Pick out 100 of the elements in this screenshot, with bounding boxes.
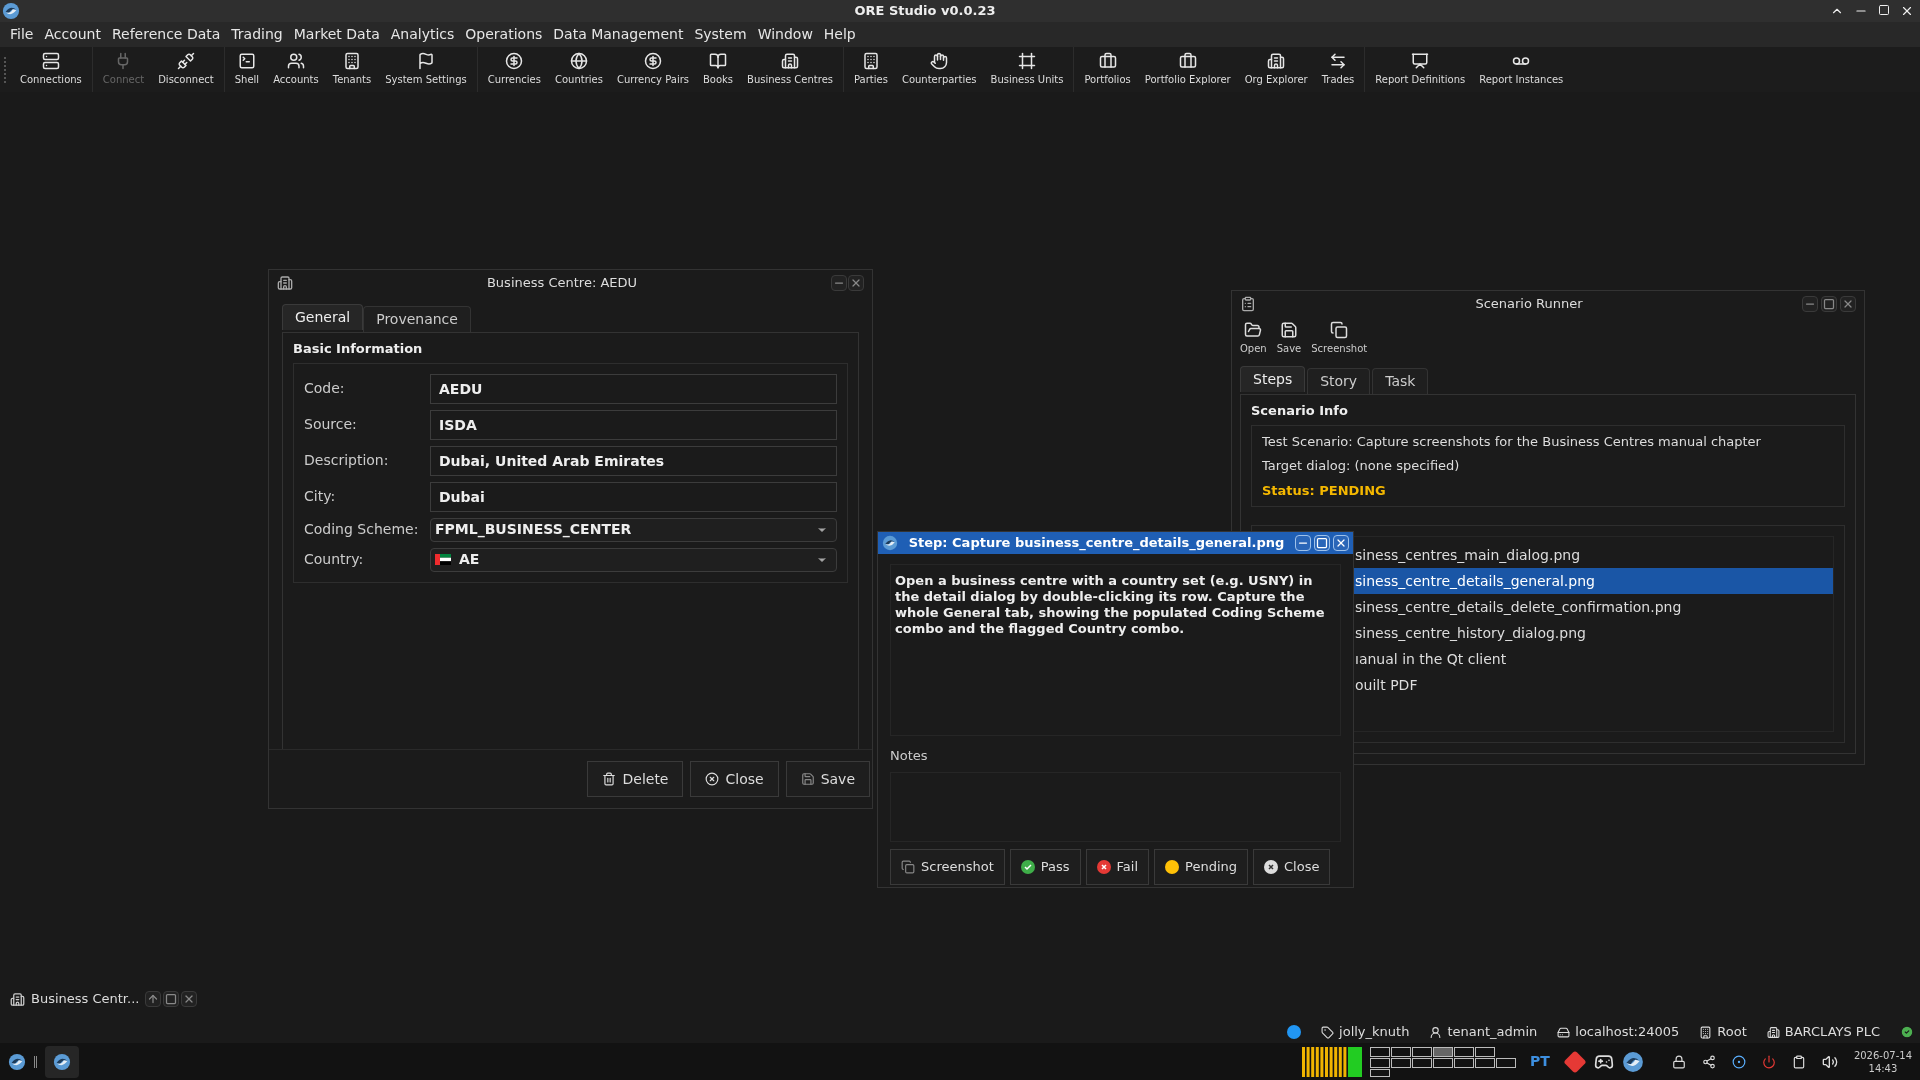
tab[interactable]: General [282, 304, 364, 330]
close-button[interactable] [1840, 296, 1856, 312]
toolbar-button[interactable]: Trades [1315, 52, 1361, 87]
tag-icon [1321, 1025, 1335, 1039]
close-icon[interactable] [1900, 4, 1914, 18]
share-icon[interactable] [1701, 1054, 1716, 1069]
minimize-button[interactable] [831, 275, 847, 291]
step-button[interactable]: Close [1253, 848, 1331, 885]
maximize-button[interactable] [1821, 296, 1837, 312]
trash-icon [602, 772, 617, 786]
menu-item[interactable]: Account [39, 24, 106, 45]
notes-label: Notes [890, 747, 929, 765]
toolbar-button[interactable]: Countries [549, 52, 609, 87]
copy-icon [1330, 321, 1349, 339]
menu-item[interactable]: Reference Data [106, 24, 226, 45]
volume-icon[interactable] [1821, 1053, 1838, 1070]
text-field[interactable]: ISDA [430, 409, 837, 440]
dialog-button[interactable]: Close [690, 761, 779, 797]
tab[interactable]: Provenance [363, 306, 471, 332]
app-logo-icon [2, 2, 20, 20]
building-icon [861, 52, 880, 70]
step-button[interactable]: Fail [1085, 848, 1150, 885]
status-text: localhost:24005 [1575, 1023, 1680, 1042]
dialog-button[interactable]: Delete [587, 761, 684, 797]
tab[interactable]: Story [1307, 368, 1371, 394]
toolbar-button[interactable]: Disconnect [152, 52, 220, 87]
maximize-icon[interactable] [1878, 4, 1890, 16]
clipboard-icon [1240, 296, 1256, 312]
app-title: ORE Studio v0.0.23 [853, 2, 997, 21]
toolbar-button[interactable]: Portfolio Explorer [1138, 52, 1237, 87]
toolbar-button[interactable]: Books [697, 52, 740, 87]
clock[interactable]: 2026-07-14 14:43 [1853, 1048, 1912, 1075]
building-icon [1766, 1025, 1780, 1039]
maximize-button[interactable] [1314, 535, 1330, 551]
restore-button[interactable] [145, 991, 162, 1007]
toolbar-button[interactable]: Shell [228, 52, 266, 87]
toolbar-button[interactable]: Currencies [481, 52, 547, 87]
menu-item[interactable]: Window [752, 24, 818, 45]
menu-icon[interactable] [34, 1055, 37, 1068]
field-label: Code: [304, 379, 346, 398]
lock-icon[interactable] [1671, 1054, 1686, 1069]
toolbar-button[interactable]: Report Definitions [1369, 52, 1472, 87]
keyboard-layout[interactable]: PT [1524, 1051, 1556, 1072]
close-button[interactable] [1333, 535, 1349, 551]
building-icon [781, 52, 800, 70]
step-button[interactable]: Screenshot [890, 848, 1005, 885]
toolbar-button[interactable]: Screenshot [1311, 321, 1368, 356]
toolbar-button[interactable]: Counterparties [895, 52, 983, 87]
app-logo-icon [8, 1052, 26, 1071]
field-label: Coding Scheme: [304, 520, 420, 539]
toolbar-button[interactable]: System Settings [379, 52, 473, 87]
toolbar-button[interactable]: Open [1240, 321, 1267, 356]
menu-item[interactable]: Analytics [385, 24, 460, 45]
toolbar-button[interactable]: Tenants [326, 52, 378, 87]
taskbar-app[interactable] [45, 1045, 79, 1078]
menu-item[interactable]: Help [818, 24, 861, 45]
field-label: Country: [304, 550, 365, 569]
toolbar-button[interactable]: Parties [848, 52, 894, 87]
toolbar-button[interactable]: Business Centres [741, 52, 840, 87]
error-icon [1096, 859, 1111, 874]
close-button[interactable] [848, 275, 864, 291]
dropdown[interactable]: FPML_BUSINESS_CENTER [430, 517, 837, 542]
menu-item[interactable]: Trading [226, 24, 288, 45]
menu-item[interactable]: File [5, 24, 39, 45]
dropdown[interactable]: AE [430, 547, 837, 572]
toolbar-button[interactable]: Report Instances [1473, 52, 1570, 87]
building-icon [1267, 52, 1286, 70]
menu-item[interactable]: Market Data [288, 24, 385, 45]
toolbar-button[interactable]: Portfolios [1078, 52, 1137, 87]
window-title: Business Centr... [31, 990, 140, 1009]
step-button[interactable]: Pass [1009, 848, 1081, 885]
step-button[interactable]: Pending [1154, 848, 1248, 885]
menu-item[interactable]: System [689, 24, 752, 45]
globe-icon [569, 52, 588, 70]
info-text: Test Scenario: Capture screenshots for the Business Centres manual chapter [1262, 432, 1762, 451]
text-field[interactable]: Dubai [430, 481, 837, 512]
toolbar-button[interactable]: Org Explorer [1238, 52, 1314, 87]
toolbar-button[interactable]: Currency Pairs [610, 52, 695, 87]
text-field[interactable]: AEDU [430, 373, 837, 404]
text-field[interactable]: Dubai, United Arab Emirates [430, 445, 837, 476]
close-icon [705, 772, 720, 786]
toolbar-button[interactable]: Business Units [984, 52, 1070, 87]
tab[interactable]: Task [1372, 368, 1429, 394]
power-icon[interactable] [1761, 1054, 1776, 1069]
minimize-button[interactable] [1802, 296, 1818, 312]
circle-icon[interactable] [1731, 1054, 1746, 1069]
minimize-button[interactable] [1295, 535, 1311, 551]
toolbar-button[interactable]: Connections [14, 52, 88, 87]
menu-item[interactable]: Operations [460, 24, 548, 45]
server-icon [41, 52, 60, 70]
tab[interactable]: Steps [1240, 366, 1306, 392]
toolbar-button[interactable]: Accounts [267, 52, 325, 87]
maximize-button[interactable] [163, 991, 180, 1007]
building-icon [10, 991, 25, 1007]
close-button[interactable] [181, 991, 198, 1007]
clipboard-icon[interactable] [1791, 1054, 1806, 1069]
toolbar-button[interactable]: Save [1276, 321, 1302, 356]
dialog-button[interactable]: Save [785, 761, 870, 797]
menu-item[interactable]: Data Management [548, 24, 689, 45]
minimized-window[interactable]: Business Centr... [10, 989, 198, 1009]
